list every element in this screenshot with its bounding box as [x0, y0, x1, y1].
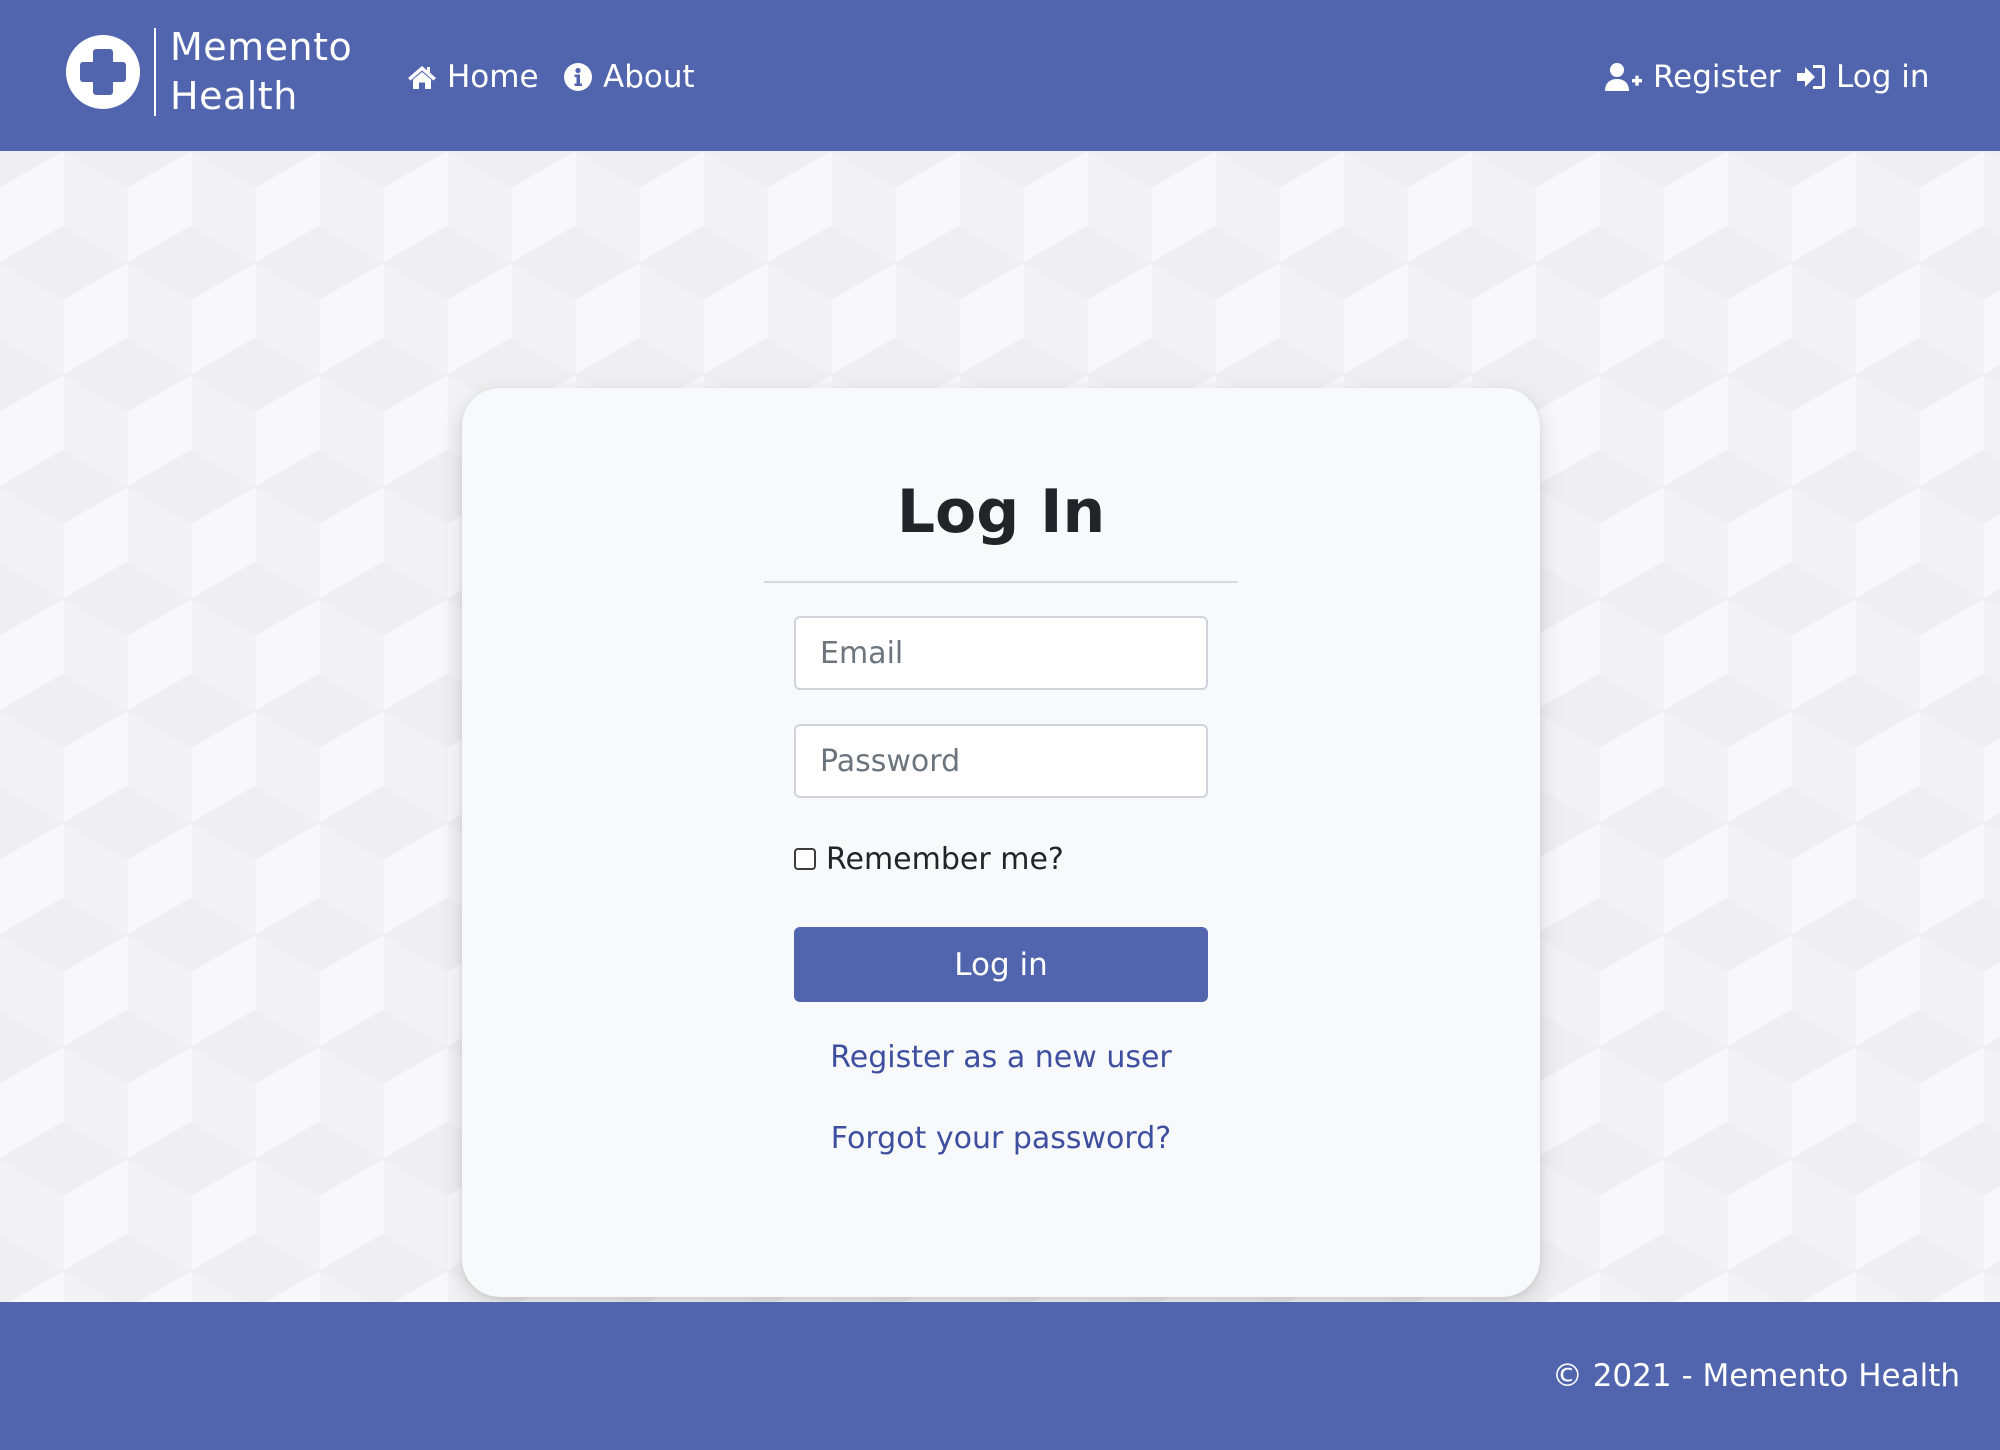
nav-register-link[interactable]: Register [1605, 50, 1781, 104]
brand-home-link[interactable]: Memento Health [66, 25, 352, 118]
nav-login-link[interactable]: Log in [1796, 50, 1929, 104]
main-content: Log In Remember me? Log in Register as a… [0, 151, 2000, 1302]
nav-about-label: About [603, 59, 695, 95]
user-plus-icon [1605, 62, 1643, 92]
email-field[interactable] [794, 616, 1208, 690]
register-new-user-link[interactable]: Register as a new user [462, 1038, 1540, 1078]
password-field[interactable] [794, 724, 1208, 798]
brand-name-line2: Health [170, 74, 298, 118]
sign-in-icon [1796, 63, 1826, 91]
remember-me[interactable]: Remember me? [794, 836, 1064, 882]
brand-divider [154, 28, 156, 116]
remember-me-label: Remember me? [826, 841, 1064, 877]
nav-home-label: Home [447, 59, 539, 95]
brand-name: Memento Health [170, 23, 352, 121]
nav-about-link[interactable]: About [563, 50, 695, 104]
top-navbar: Memento Health Home About Register Log i… [0, 0, 2000, 151]
nav-login-label: Log in [1836, 59, 1930, 95]
nav-register-label: Register [1653, 59, 1781, 95]
nav-home-link[interactable]: Home [407, 50, 539, 104]
title-divider [764, 581, 1238, 583]
login-title: Log In [896, 477, 1106, 547]
page-footer: © 2021 - Memento Health [0, 1302, 2000, 1450]
login-button[interactable]: Log in [794, 927, 1208, 1002]
login-card: Log In Remember me? Log in Register as a… [462, 388, 1540, 1297]
footer-copyright: © 2021 - Memento Health [1551, 1358, 1960, 1394]
forgot-password-link[interactable]: Forgot your password? [462, 1119, 1540, 1159]
brand-name-line1: Memento [170, 25, 353, 69]
medical-cross-icon [66, 35, 140, 109]
info-circle-icon [563, 62, 593, 92]
home-icon [407, 64, 437, 90]
remember-me-checkbox[interactable] [794, 848, 816, 870]
